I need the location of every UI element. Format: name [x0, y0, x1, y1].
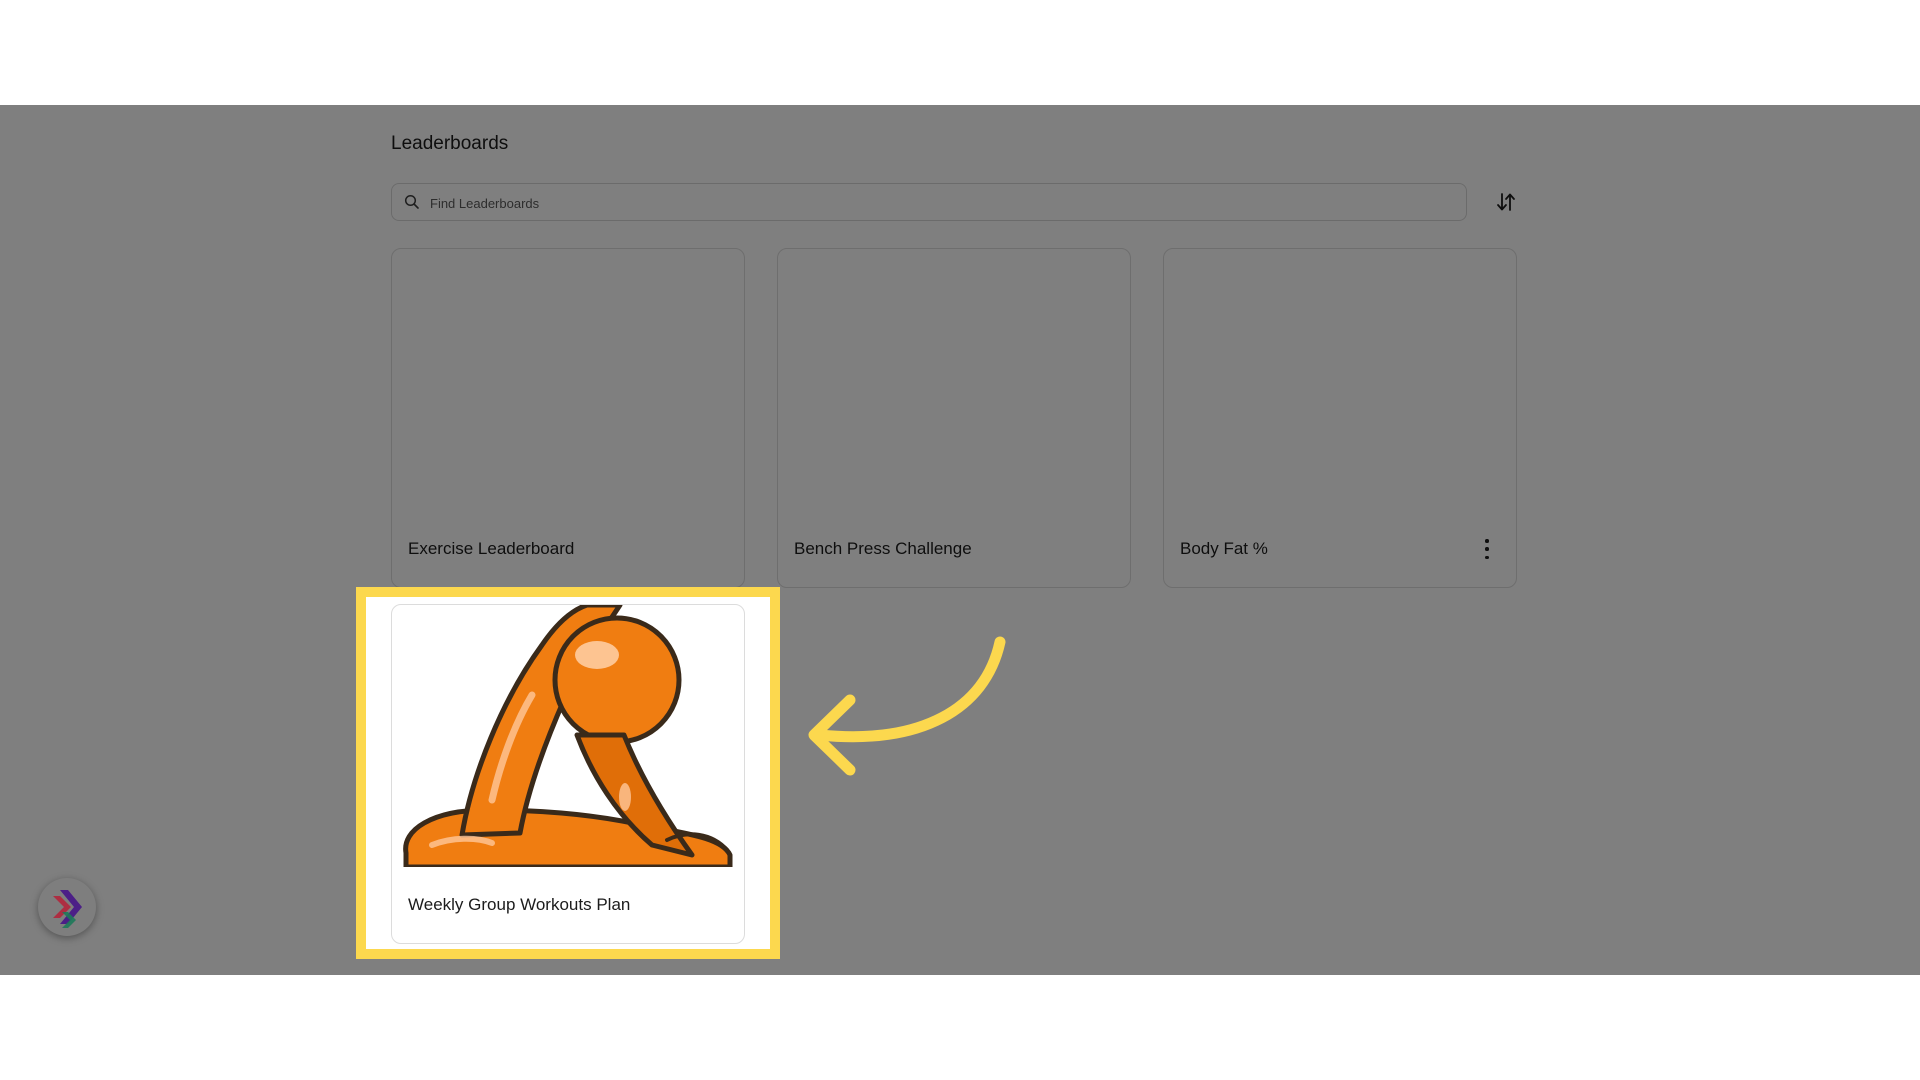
leaderboard-card-body-fat[interactable]: Body Fat %	[1163, 248, 1517, 588]
app-window: Leaderboards Exercise Leaderboard	[0, 105, 1920, 975]
chevron-logo-icon	[53, 890, 82, 928]
orange-figure-stretching-illustration	[392, 605, 744, 867]
search-icon	[404, 194, 419, 209]
letterbox-top	[0, 0, 1920, 105]
app-launcher-logo[interactable]	[38, 878, 96, 936]
curved-arrow-icon	[808, 636, 1006, 776]
leaderboard-card-exercise[interactable]: Exercise Leaderboard	[391, 248, 745, 588]
screenshot: Leaderboards Exercise Leaderboard	[0, 0, 1920, 1080]
leaderboard-card-label: Bench Press Challenge	[794, 539, 972, 558]
sort-arrows-icon	[1497, 193, 1515, 211]
leaderboard-card-label: Body Fat %	[1180, 539, 1268, 558]
leaderboard-card-bench-press[interactable]: Bench Press Challenge	[777, 248, 1131, 588]
letterbox-bottom	[0, 975, 1920, 1080]
search-box[interactable]	[391, 183, 1467, 222]
sort-button[interactable]	[1491, 187, 1521, 217]
more-options-icon[interactable]	[1480, 539, 1494, 559]
search-input[interactable]	[428, 184, 1452, 222]
leaderboard-card-label: Exercise Leaderboard	[408, 539, 575, 558]
leaderboard-card-label: Weekly Group Workouts Plan	[408, 895, 631, 914]
workout-illustration-icon	[403, 605, 733, 867]
page-title: Leaderboards	[391, 133, 509, 154]
leaderboard-card-weekly-group-workouts[interactable]: Weekly Group Workouts Plan	[391, 604, 745, 944]
